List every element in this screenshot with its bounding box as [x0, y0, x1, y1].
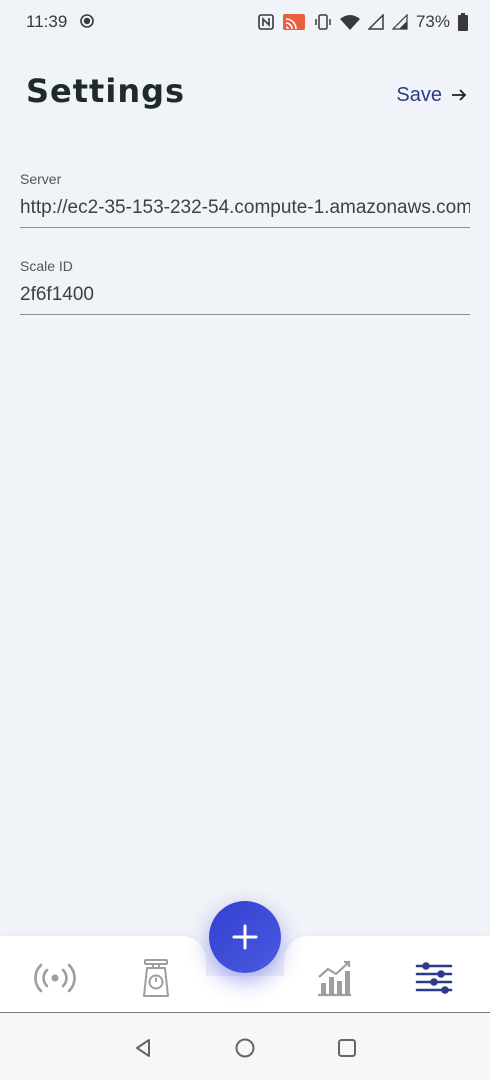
- arrow-right-icon: [452, 89, 467, 101]
- home-circle-icon: [235, 1038, 255, 1058]
- server-input[interactable]: [20, 197, 470, 228]
- cast-icon: [282, 14, 305, 30]
- nav-item-scale[interactable]: [132, 956, 180, 1000]
- settings-sliders-icon: [415, 962, 453, 994]
- signal-icon: [367, 14, 384, 30]
- scale-icon: [143, 959, 169, 997]
- add-icon: [232, 924, 258, 950]
- nav-item-settings[interactable]: [410, 956, 458, 1000]
- signal-icon: [391, 14, 408, 30]
- page-title: Settings: [26, 72, 186, 110]
- save-button[interactable]: Save: [396, 80, 468, 110]
- nav-background-center: [200, 976, 290, 1014]
- add-button[interactable]: [209, 901, 281, 973]
- record-icon: [80, 14, 94, 28]
- battery-icon: [458, 13, 468, 31]
- broadcast-icon: [34, 963, 76, 993]
- nfc-icon: [258, 14, 274, 30]
- save-label: Save: [396, 83, 442, 106]
- vibrate-icon: [315, 14, 331, 30]
- scale-id-label: Scale ID: [20, 258, 73, 274]
- system-home-button[interactable]: [230, 1033, 260, 1063]
- system-navigation-bar: [0, 1013, 490, 1080]
- status-icons: 73%: [258, 10, 468, 34]
- scale-id-field-group: Scale ID: [20, 258, 470, 315]
- server-label: Server: [20, 171, 62, 187]
- server-field-group: Server: [20, 171, 470, 228]
- system-back-button[interactable]: [128, 1033, 158, 1063]
- chart-icon: [318, 960, 351, 997]
- system-recents-button[interactable]: [332, 1033, 362, 1063]
- recents-square-icon: [338, 1039, 356, 1057]
- nav-item-live[interactable]: [31, 956, 79, 1000]
- status-bar: 11:39 73%: [0, 0, 490, 44]
- nav-item-charts[interactable]: [310, 956, 358, 1000]
- wifi-icon: [339, 15, 360, 30]
- status-time: 11:39: [26, 12, 68, 31]
- back-triangle-icon: [136, 1039, 150, 1057]
- scale-id-input[interactable]: [20, 284, 470, 315]
- battery-percent: 73%: [415, 12, 450, 31]
